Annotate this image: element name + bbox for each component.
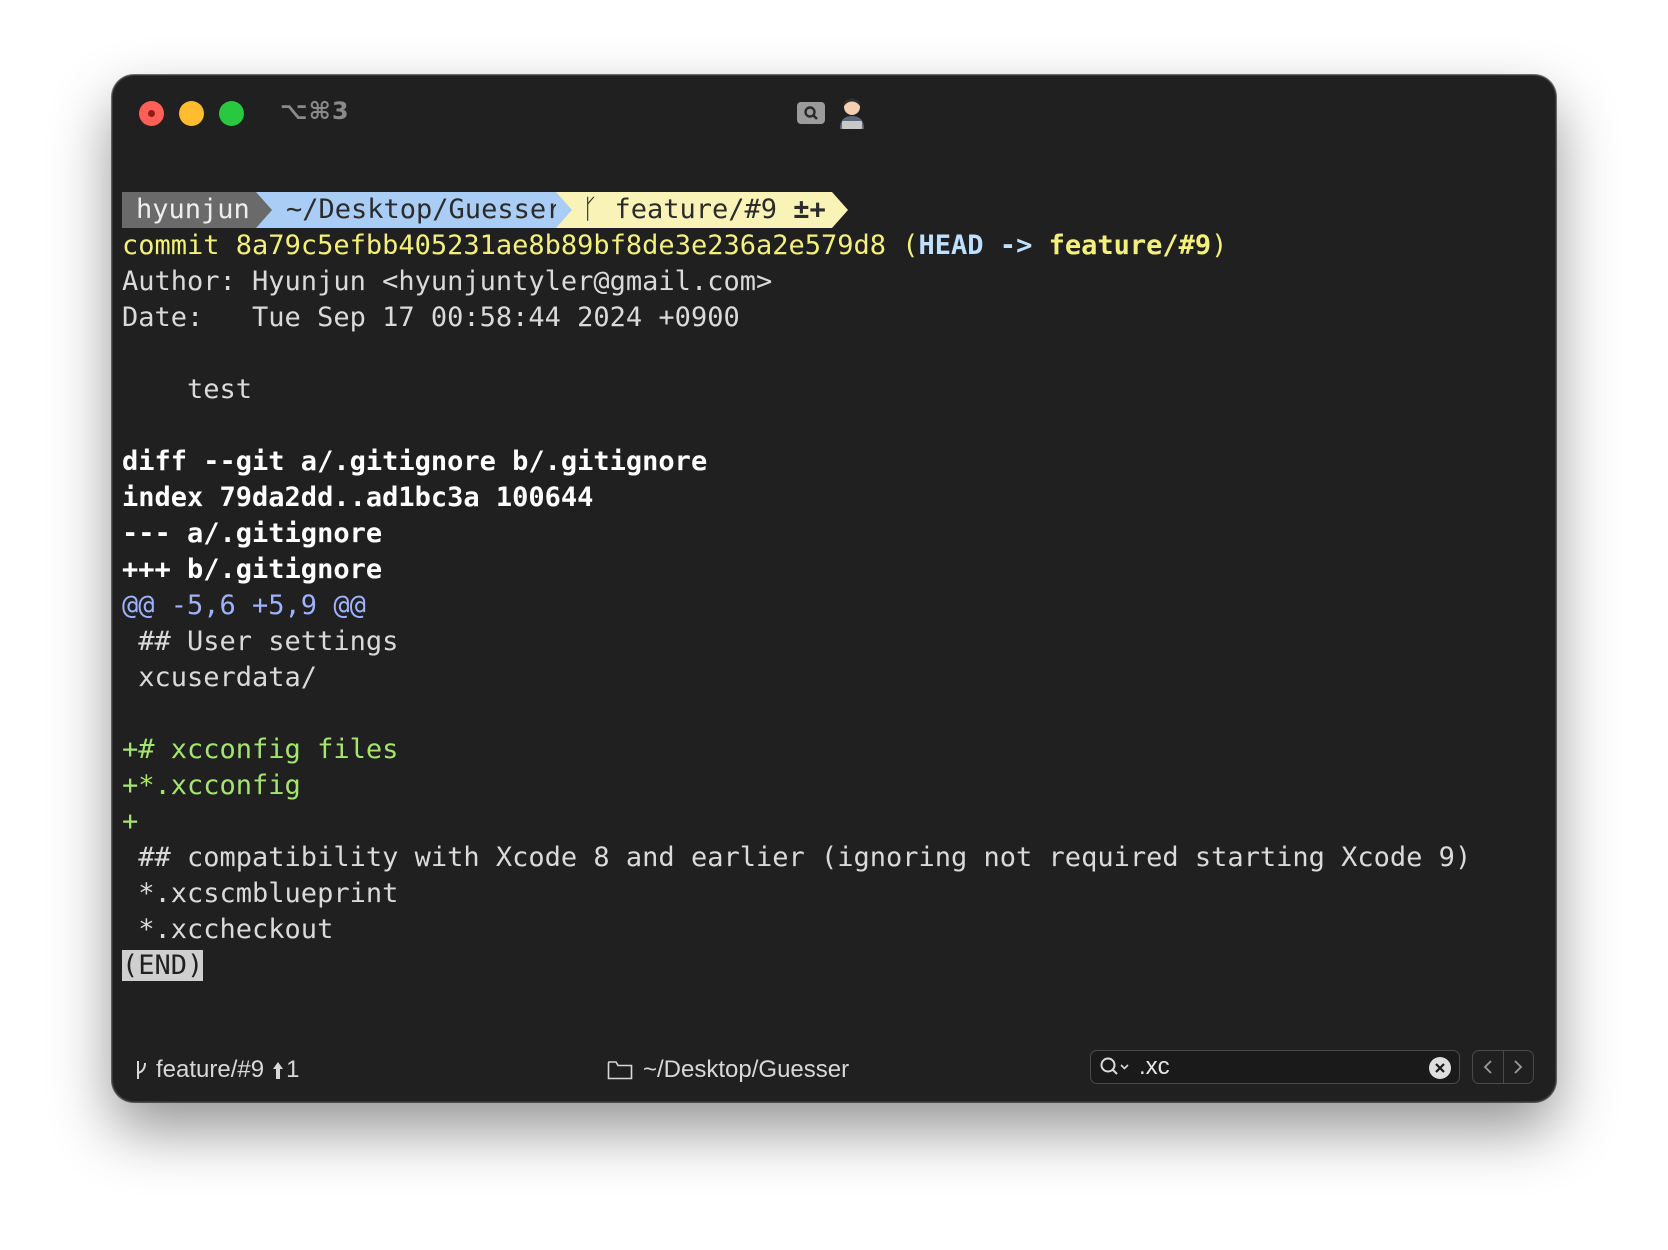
minimize-button[interactable] <box>179 101 204 126</box>
title-icons <box>797 97 867 129</box>
diff-context-line: ## User settings <box>122 626 399 657</box>
diff-context-line: xcuserdata/ <box>122 662 318 693</box>
user-icon <box>840 98 864 129</box>
commit-label: commit <box>122 230 236 261</box>
find-next-button[interactable] <box>1502 1051 1534 1083</box>
chevron-left-icon <box>1483 1060 1492 1074</box>
search-badge-icon <box>797 102 825 124</box>
prompt-separator <box>556 192 572 228</box>
git-branch-icon <box>137 1061 146 1079</box>
zoom-button[interactable] <box>219 101 244 126</box>
prompt-branch: feature/#9 <box>614 194 778 225</box>
status-bar: feature/#9 1 ~/Desktop/Guesser <box>112 1042 1556 1102</box>
status-directory[interactable]: ~/Desktop/Guesser <box>607 1056 849 1084</box>
commit-hash: 8a79c5efbb405231ae8b89bf8de3e236a2e579d8 <box>235 230 887 261</box>
find-navigation <box>1472 1050 1534 1084</box>
find-previous-button[interactable] <box>1473 1051 1503 1083</box>
pager-end-line: (END) <box>122 948 1546 984</box>
commit-line: commit 8a79c5efbb405231ae8b89bf8de3e236a… <box>122 228 1546 264</box>
status-directory-path: ~/Desktop/Guesser <box>643 1056 850 1083</box>
pager-end-marker: (END) <box>122 950 204 981</box>
prompt-separator <box>832 192 848 228</box>
find-bar[interactable] <box>1090 1050 1460 1084</box>
clear-search-button[interactable] <box>1429 1057 1451 1079</box>
close-button[interactable] <box>139 101 164 126</box>
diff-added-line: +# xcconfig files <box>122 734 399 765</box>
prompt-separator <box>256 192 272 228</box>
folder-icon <box>607 1061 633 1080</box>
author-line: Author: Hyunjun <hyunjuntyler@gmail.com> <box>122 266 773 297</box>
ref-paren: ( <box>886 230 919 261</box>
shell-prompt: hyunjun ~/Desktop/Guesser ᚴ feature/#9 ±… <box>122 192 1546 228</box>
prompt-path: ~/Desktop/Guesser <box>256 192 562 228</box>
git-branch-icon: ᚴ <box>582 194 599 225</box>
diff-context-line: *.xcscmblueprint <box>122 878 399 909</box>
diff-index: index 79da2dd..ad1bc3a 100644 <box>122 482 594 513</box>
prompt-git-segment: ᚴ feature/#9 ±+ <box>556 192 832 228</box>
window-shortcut: ⌥⌘3 <box>280 97 350 125</box>
status-ahead-count: 1 <box>286 1056 300 1083</box>
arrow-up-icon <box>273 1062 284 1079</box>
close-icon <box>1435 1063 1445 1073</box>
diff-to-file: +++ b/.gitignore <box>122 554 383 585</box>
diff-context-line: *.xccheckout <box>122 914 334 945</box>
find-input[interactable] <box>1139 1053 1409 1081</box>
search-icon <box>1100 1057 1129 1075</box>
date-line: Date: Tue Sep 17 00:58:44 2024 +0900 <box>122 302 740 333</box>
prompt-git-status: ±+ <box>793 194 826 225</box>
ref-branch: feature/#9 <box>1048 230 1212 261</box>
diff-from-file: --- a/.gitignore <box>122 518 383 549</box>
status-branch[interactable]: feature/#9 1 <box>134 1056 299 1084</box>
prompt-user: hyunjun <box>122 192 256 228</box>
diff-added-line: + <box>122 806 139 837</box>
diff-added-line: +*.xcconfig <box>122 770 301 801</box>
ref-paren: ) <box>1211 230 1228 261</box>
commit-message: test <box>122 374 253 405</box>
title-bar: ⌥⌘3 <box>112 75 1556 151</box>
chevron-right-icon <box>1514 1060 1523 1074</box>
diff-header: diff --git a/.gitignore b/.gitignore <box>122 446 708 477</box>
terminal-output[interactable]: hyunjun ~/Desktop/Guesser ᚴ feature/#9 ±… <box>122 192 1546 984</box>
head-ref: HEAD -> <box>918 230 1049 261</box>
diff-hunk-header: @@ -5,6 +5,9 @@ <box>122 590 366 621</box>
status-branch-name: feature/#9 <box>156 1056 265 1083</box>
terminal-window: ⌥⌘3 hyunjun ~/Desktop/Guesser ᚴ feature/… <box>112 75 1556 1102</box>
diff-context-line: ## compatibility with Xcode 8 and earlie… <box>122 842 1472 873</box>
